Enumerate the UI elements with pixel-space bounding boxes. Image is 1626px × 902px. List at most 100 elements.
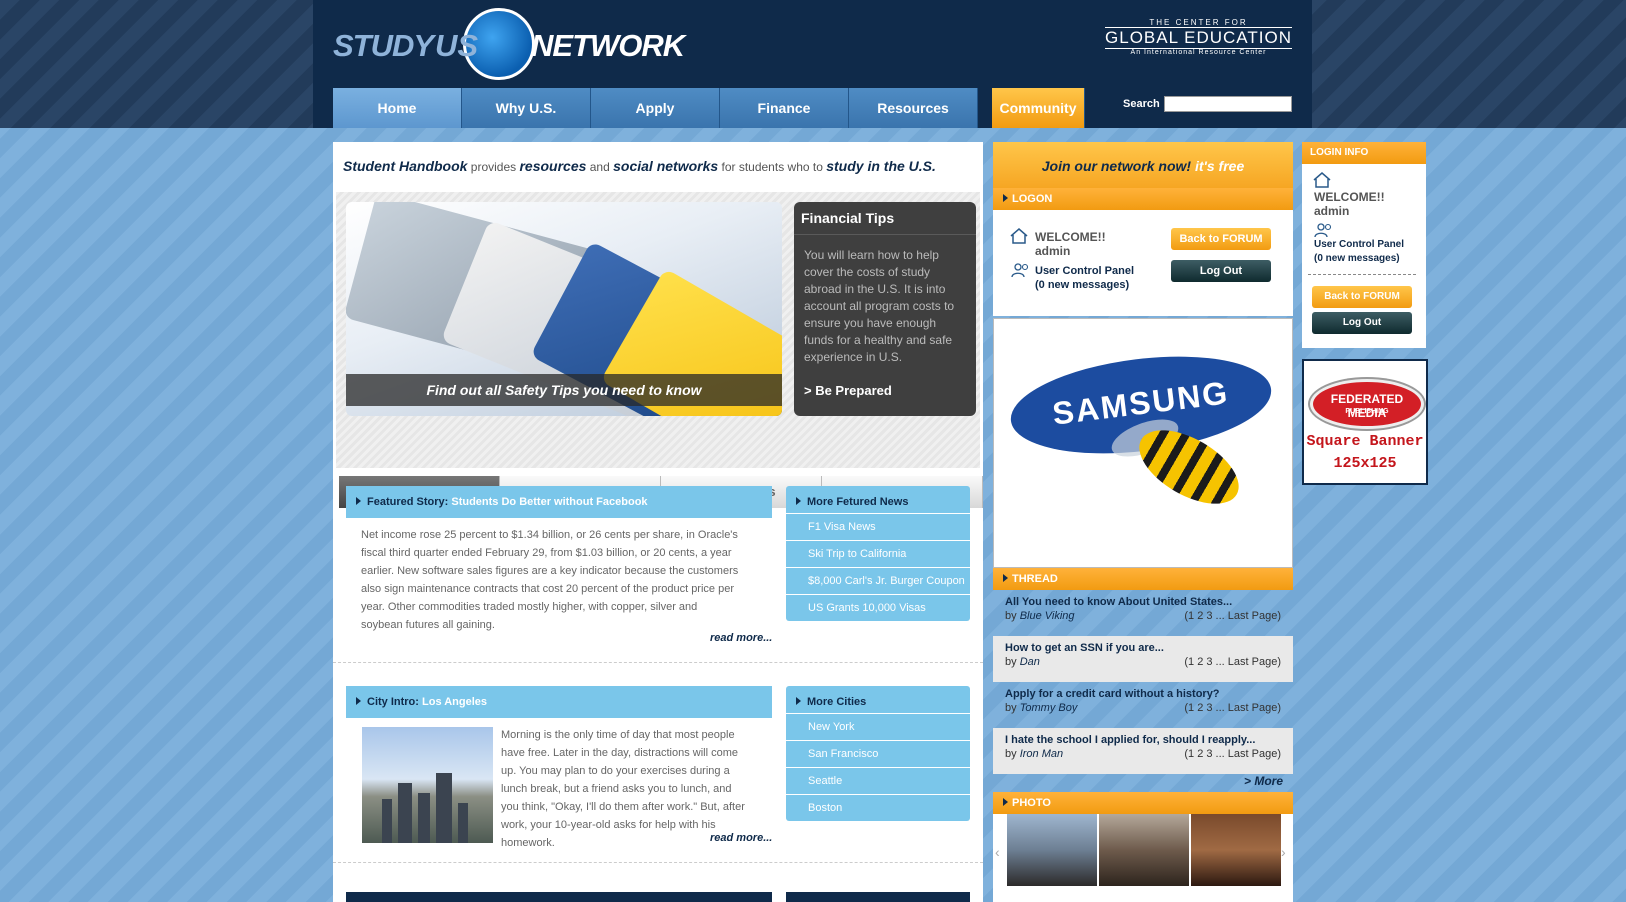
city-skyline-image[interactable] xyxy=(362,727,493,843)
fm-brand: FEDERATED MEDIA xyxy=(1330,392,1404,420)
skyline-building xyxy=(382,799,392,843)
site-logo[interactable]: STUDY US NETWORK xyxy=(333,8,685,80)
logo-text-us: US xyxy=(435,28,479,63)
join-free: it's free xyxy=(1194,158,1245,174)
photo-thumbnail[interactable] xyxy=(1191,814,1281,886)
join-text: Join our network now! xyxy=(1041,158,1195,174)
city-item[interactable]: San Francisco xyxy=(786,741,970,768)
square-banner-ad[interactable]: FEDERATED MEDIA PUBLISHING Square Banner… xyxy=(1302,359,1428,485)
arrow-right-icon xyxy=(796,497,801,505)
thread-band-label: THREAD xyxy=(1012,573,1058,585)
square-banner-line1: Square Banner xyxy=(1306,433,1424,450)
thread-pages[interactable]: (1 2 3 ... Last Page) xyxy=(1184,610,1281,622)
skyline-building xyxy=(436,773,452,843)
city-intro-title[interactable]: Los Angeles xyxy=(422,696,487,708)
main-content: Student Handbook provides resources and … xyxy=(333,142,983,902)
tagline-t3: for students who to xyxy=(718,160,827,174)
nav-resources[interactable]: Resources xyxy=(849,88,978,128)
login-logout-button[interactable]: Log Out xyxy=(1312,312,1412,334)
thread-byline: by Blue Viking xyxy=(1005,610,1075,622)
read-more-link[interactable]: read more... xyxy=(710,632,772,644)
thread-author[interactable]: Iron Man xyxy=(1020,748,1063,760)
thread-author[interactable]: Tommy Boy xyxy=(1020,702,1078,714)
photo-thumbnail[interactable] xyxy=(1099,814,1189,886)
thread-author[interactable]: Dan xyxy=(1020,656,1040,668)
nav-home[interactable]: Home xyxy=(333,88,462,128)
user-control-panel-link[interactable]: User Control Panel (0 new messages) xyxy=(1035,264,1134,292)
next-section-header xyxy=(346,892,772,902)
thread-item[interactable]: Apply for a credit card without a histor… xyxy=(993,682,1293,728)
more-threads-link[interactable]: > More xyxy=(1244,774,1283,788)
thread-title[interactable]: All You need to know About United States… xyxy=(1005,596,1232,608)
back-to-forum-button[interactable]: Back to FORUM xyxy=(1171,228,1271,250)
slide-caption: Find out all Safety Tips you need to kno… xyxy=(346,374,782,406)
more-cities-list: More Cities New York San Francisco Seatt… xyxy=(786,686,970,821)
thread-band: THREAD xyxy=(993,568,1293,590)
thread-byline: by Dan xyxy=(1005,656,1040,668)
home-icon xyxy=(1313,172,1331,188)
site-header: STUDY US NETWORK THE CENTER FOR GLOBAL E… xyxy=(313,0,1312,128)
users-icon xyxy=(1011,263,1029,278)
logout-button[interactable]: Log Out xyxy=(1171,260,1271,282)
thread-title[interactable]: I hate the school I applied for, should … xyxy=(1005,734,1255,746)
login-welcome-text: WELCOME!! xyxy=(1314,190,1385,204)
logon-box: WELCOME!! admin User Control Panel (0 ne… xyxy=(993,210,1293,316)
news-item[interactable]: $8,000 Carl's Jr. Burger Coupon xyxy=(786,568,970,595)
thread-by: by xyxy=(1005,610,1020,622)
partner-logo[interactable]: THE CENTER FOR GLOBAL EDUCATION An Inter… xyxy=(1105,18,1292,56)
thread-author[interactable]: Blue Viking xyxy=(1020,610,1075,622)
thread-pages[interactable]: (1 2 3 ... Last Page) xyxy=(1184,702,1281,714)
thread-item[interactable]: How to get an SSN if you are... by Dan (… xyxy=(993,636,1293,682)
city-item[interactable]: New York xyxy=(786,714,970,741)
arrow-right-icon xyxy=(1003,194,1008,202)
nav-apply[interactable]: Apply xyxy=(591,88,720,128)
thread-title[interactable]: Apply for a credit card without a histor… xyxy=(1005,688,1220,700)
arrow-right-icon xyxy=(1003,574,1008,582)
city-intro-header: City Intro: Los Angeles xyxy=(346,686,772,718)
city-intro-label: City Intro: xyxy=(367,696,422,708)
join-banner[interactable]: Join our network now! it's free xyxy=(993,142,1293,188)
chevron-left-icon[interactable]: ‹ xyxy=(995,844,1000,860)
feature-carousel: Find out all Safety Tips you need to kno… xyxy=(336,192,983,508)
nav-why-us[interactable]: Why U.S. xyxy=(462,88,591,128)
section-divider xyxy=(333,662,983,663)
logo-text-study: STUDY xyxy=(333,28,434,63)
nav-community[interactable]: Community xyxy=(992,88,1085,128)
tagline-t2: and xyxy=(586,160,614,174)
login-ucp-link[interactable]: User Control Panel (0 new messages) xyxy=(1314,238,1404,266)
search-input[interactable] xyxy=(1164,96,1292,112)
chevron-right-icon[interactable]: › xyxy=(1281,844,1286,860)
section-divider xyxy=(333,862,983,863)
photo-thumbnail[interactable] xyxy=(1007,814,1097,886)
skyline-building xyxy=(458,803,468,843)
nav-finance[interactable]: Finance xyxy=(720,88,849,128)
search-label: Search xyxy=(1123,98,1160,110)
feature-panel-text: You will learn how to help cover the cos… xyxy=(804,248,955,364)
samsung-ad[interactable]: SAMSUNG xyxy=(993,318,1293,568)
login-back-to-forum-button[interactable]: Back to FORUM xyxy=(1312,286,1412,308)
login-ucp-label: User Control Panel xyxy=(1314,239,1405,250)
arrow-right-icon xyxy=(356,497,361,505)
thread-pages[interactable]: (1 2 3 ... Last Page) xyxy=(1184,656,1281,668)
feature-panel: Financial Tips You will learn how to hel… xyxy=(794,202,976,416)
news-item[interactable]: F1 Visa News xyxy=(786,514,970,541)
thread-title[interactable]: How to get an SSN if you are... xyxy=(1005,642,1164,654)
thread-item[interactable]: I hate the school I applied for, should … xyxy=(993,728,1293,774)
thread-pages[interactable]: (1 2 3 ... Last Page) xyxy=(1184,748,1281,760)
login-info-title: LOGIN INFO xyxy=(1302,142,1426,164)
featured-story-title[interactable]: Students Do Better without Facebook xyxy=(451,496,647,508)
be-prepared-link[interactable]: > Be Prepared xyxy=(804,383,892,398)
city-item[interactable]: Boston xyxy=(786,795,970,821)
login-info-box: LOGIN INFO WELCOME!! admin User Control … xyxy=(1302,142,1426,348)
login-welcome-user: admin xyxy=(1314,204,1350,218)
read-more-link[interactable]: read more... xyxy=(710,832,772,844)
feature-slide[interactable]: Find out all Safety Tips you need to kno… xyxy=(346,202,782,416)
news-item[interactable]: US Grants 10,000 Visas xyxy=(786,595,970,621)
welcome-user: admin xyxy=(1035,244,1071,258)
logon-band-label: LOGON xyxy=(1012,193,1053,205)
news-item[interactable]: Ski Trip to California xyxy=(786,541,970,568)
city-item[interactable]: Seattle xyxy=(786,768,970,795)
featured-story-label: Featured Story: xyxy=(367,496,452,508)
thread-item[interactable]: All You need to know About United States… xyxy=(993,590,1293,636)
photo-band-label: PHOTO xyxy=(1012,797,1051,809)
